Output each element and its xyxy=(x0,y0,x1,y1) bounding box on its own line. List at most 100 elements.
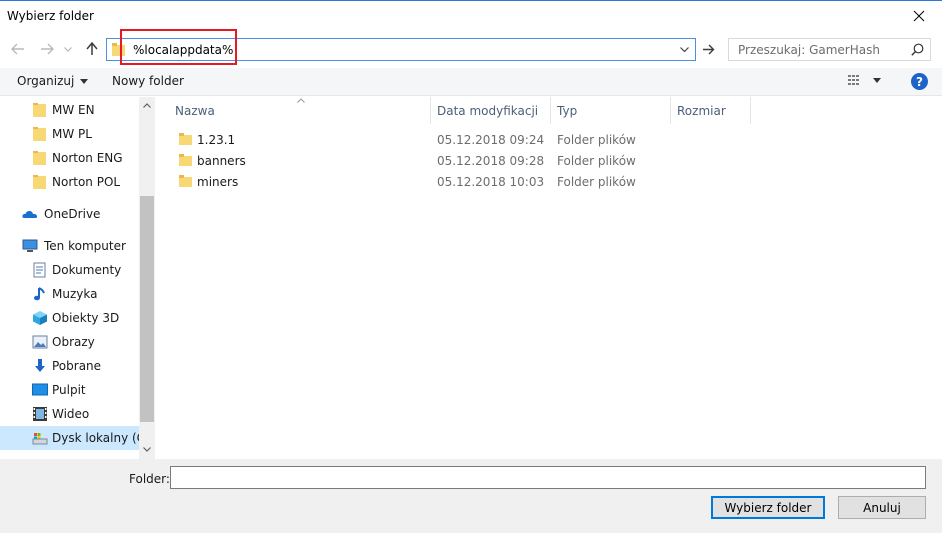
chevron-down-icon xyxy=(143,446,151,452)
nav-item-label: Wideo xyxy=(52,407,90,421)
folder-icon xyxy=(33,127,46,141)
search-input[interactable] xyxy=(729,39,909,60)
arrow-right-icon xyxy=(41,43,54,55)
table-row[interactable]: banners 05.12.2018 09:28 Folder plików xyxy=(157,150,757,171)
search-box[interactable] xyxy=(728,38,931,61)
organize-label: Organizuj xyxy=(17,74,75,88)
file-type: Folder plików xyxy=(557,133,636,147)
nav-item-3d-objects[interactable]: Obiekty 3D xyxy=(0,306,139,330)
details-view-icon xyxy=(848,75,859,85)
nav-item-label: Ten komputer xyxy=(44,239,126,253)
window-title: Wybierz folder xyxy=(7,9,94,23)
nav-item-local-disk[interactable]: Dysk lokalny (C:) xyxy=(0,426,154,450)
nav-scrollbar[interactable] xyxy=(139,97,155,459)
address-path[interactable]: %localappdata% xyxy=(133,43,233,57)
file-list: Nazwa Data modyfikacji Typ Rozmiar 1.23.… xyxy=(157,97,942,459)
scroll-down-button[interactable] xyxy=(139,441,155,457)
column-header-size[interactable]: Rozmiar xyxy=(671,97,751,124)
column-header-label: Data modyfikacji xyxy=(437,103,539,118)
documents-icon xyxy=(33,262,46,278)
arrow-up-icon xyxy=(86,42,98,55)
folder-label: Folder: xyxy=(129,472,170,486)
caret-down-icon xyxy=(873,77,881,83)
nav-item-label: Pobrane xyxy=(52,359,102,373)
nav-item-pictures[interactable]: Obrazy xyxy=(0,330,139,354)
nav-item-this-pc[interactable]: Ten komputer xyxy=(0,234,139,258)
cancel-button[interactable]: Anuluj xyxy=(838,496,926,519)
nav-item-video[interactable]: Wideo xyxy=(0,402,139,426)
folder-icon xyxy=(112,43,125,56)
nav-item-label: MW EN xyxy=(52,103,95,117)
nav-item-norton-pol[interactable]: Norton POL xyxy=(0,170,139,194)
file-type: Folder plików xyxy=(557,175,636,189)
folder-icon xyxy=(179,133,192,145)
file-date: 05.12.2018 10:03 xyxy=(437,175,545,189)
search-icon xyxy=(911,43,924,56)
arrow-right-icon xyxy=(702,44,714,54)
title-bar: Wybierz folder xyxy=(0,1,942,32)
footer-panel: Folder: Wybierz folder Anuluj xyxy=(0,459,942,533)
nav-item-documents[interactable]: Dokumenty xyxy=(0,258,139,282)
nav-item-label: Muzyka xyxy=(52,287,98,301)
nav-item-label: Obrazy xyxy=(52,335,95,349)
sort-up-icon xyxy=(297,98,305,103)
nav-item-label: MW PL xyxy=(52,127,92,141)
chevron-down-icon xyxy=(680,47,689,52)
nav-item-downloads[interactable]: Pobrane xyxy=(0,354,139,378)
column-header-name[interactable]: Nazwa xyxy=(169,97,431,124)
address-dropdown-button[interactable] xyxy=(676,41,693,58)
pictures-icon xyxy=(32,335,48,349)
desktop-icon xyxy=(32,383,48,396)
nav-item-music[interactable]: Muzyka xyxy=(0,282,139,306)
column-header-label: Nazwa xyxy=(175,103,215,118)
help-icon: ? xyxy=(916,74,923,89)
nav-item-label: Pulpit xyxy=(52,383,86,397)
video-icon xyxy=(33,407,47,421)
nav-item-onedrive[interactable]: OneDrive xyxy=(0,202,139,226)
column-header-type[interactable]: Typ xyxy=(551,97,671,124)
column-header-date[interactable]: Data modyfikacji xyxy=(431,97,551,124)
file-name: banners xyxy=(197,154,246,168)
back-button[interactable] xyxy=(8,39,28,59)
nav-item-mw-pl[interactable]: MW PL xyxy=(0,122,139,146)
close-icon xyxy=(913,10,925,22)
chevron-down-icon xyxy=(64,46,72,52)
column-header-label: Typ xyxy=(557,103,578,118)
go-button[interactable] xyxy=(698,39,718,59)
table-row[interactable]: 1.23.1 05.12.2018 09:24 Folder plików xyxy=(157,129,757,150)
folder-name-input[interactable] xyxy=(170,466,926,489)
folder-icon xyxy=(179,175,192,187)
folder-picker-dialog: Wybierz folder %localappdata% Przeszukaj… xyxy=(0,0,942,533)
scrollbar-thumb[interactable] xyxy=(140,196,154,422)
navigation-pane: MW EN MW PL Norton ENG Norton POL OneDri… xyxy=(0,97,155,459)
forward-button[interactable] xyxy=(37,39,57,59)
music-icon xyxy=(34,287,45,301)
address-bar[interactable]: %localappdata% xyxy=(106,38,696,61)
nav-item-mw-en[interactable]: MW EN xyxy=(0,98,139,122)
nav-item-norton-eng[interactable]: Norton ENG xyxy=(0,146,139,170)
command-toolbar: Organizuj Nowy folder ? xyxy=(0,68,942,96)
nav-item-label: Obiekty 3D xyxy=(52,311,120,325)
scroll-up-button[interactable] xyxy=(139,97,155,113)
folder-icon xyxy=(33,175,46,189)
new-folder-button[interactable]: Nowy folder xyxy=(112,74,184,88)
change-view-button[interactable] xyxy=(848,74,881,86)
nav-item-desktop[interactable]: Pulpit xyxy=(0,378,139,402)
file-date: 05.12.2018 09:28 xyxy=(437,154,545,168)
nav-item-label: Dokumenty xyxy=(52,263,122,277)
caret-down-icon xyxy=(80,78,89,84)
nav-item-label: OneDrive xyxy=(44,207,101,221)
help-button[interactable]: ? xyxy=(911,73,928,90)
recent-locations-button[interactable] xyxy=(61,39,75,59)
file-type: Folder plików xyxy=(557,154,636,168)
table-row[interactable]: miners 05.12.2018 10:03 Folder plików xyxy=(157,171,757,192)
drive-icon xyxy=(32,433,48,445)
file-name: miners xyxy=(197,175,239,189)
chevron-up-icon xyxy=(143,102,151,108)
select-folder-button[interactable]: Wybierz folder xyxy=(711,496,825,519)
nav-item-label: Norton ENG xyxy=(52,151,123,165)
organize-button[interactable]: Organizuj xyxy=(17,74,89,88)
folder-icon xyxy=(33,151,46,165)
close-button[interactable] xyxy=(896,1,942,31)
up-button[interactable] xyxy=(82,39,102,59)
